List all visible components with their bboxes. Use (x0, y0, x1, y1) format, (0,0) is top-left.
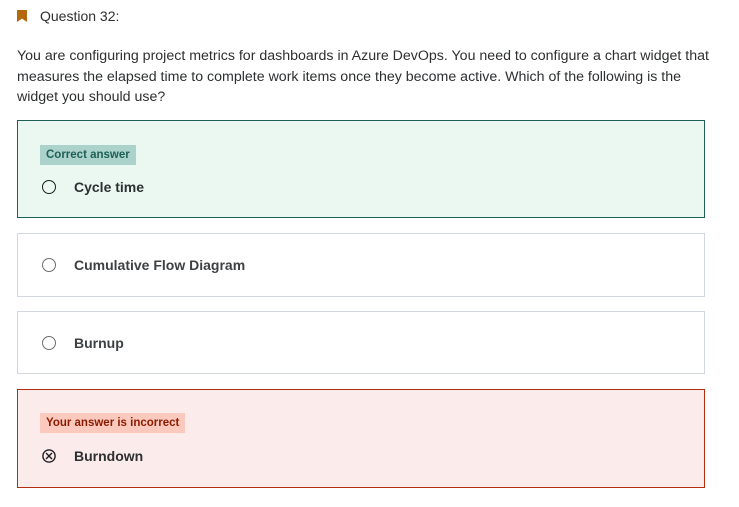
answer-option-burndown[interactable]: Your answer is incorrect Burndown (17, 389, 705, 488)
correct-answer-badge: Correct answer (40, 145, 136, 165)
answer-option-cumulative-flow-diagram[interactable]: Cumulative Flow Diagram (17, 233, 705, 297)
incorrect-answer-badge: Your answer is incorrect (40, 413, 186, 433)
answer-option-cycle-time[interactable]: Correct answer Cycle time (17, 120, 705, 218)
radio-button[interactable] (42, 336, 56, 350)
radio-button[interactable] (42, 258, 56, 272)
question-prompt: You are configuring project metrics for … (17, 48, 709, 105)
option-label: Cumulative Flow Diagram (74, 257, 246, 273)
question-number: Question 32: (40, 8, 120, 24)
x-circle-icon (42, 449, 56, 463)
question-header: Question 32: (17, 7, 119, 25)
option-label: Burnup (74, 335, 124, 351)
answer-option-burnup[interactable]: Burnup (17, 311, 705, 374)
option-label: Cycle time (74, 179, 145, 195)
radio-button[interactable] (42, 180, 56, 194)
bookmark-icon[interactable] (17, 10, 27, 22)
option-label: Burndown (74, 448, 144, 464)
